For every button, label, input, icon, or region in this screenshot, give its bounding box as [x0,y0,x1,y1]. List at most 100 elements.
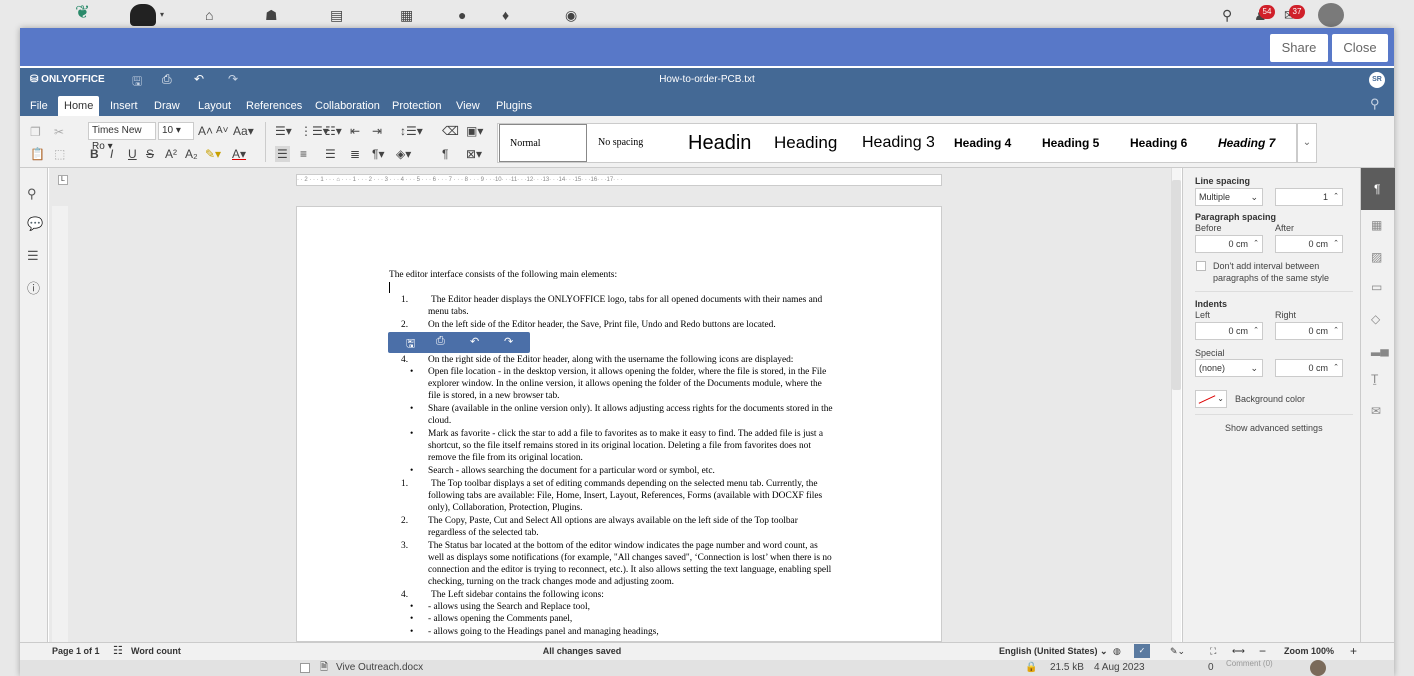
globe-icon[interactable]: ◍ [1113,643,1121,659]
background-color-picker[interactable]: ⌄ [1195,390,1227,408]
style-heading-3[interactable]: Heading 3 [862,124,934,162]
italic-icon[interactable]: I [110,146,113,162]
style-no-spacing[interactable]: No spacing [598,124,678,162]
text-art-icon[interactable]: Ṯ [1371,372,1378,386]
clear-style-icon[interactable]: ⌫ [442,123,459,139]
highlight-icon[interactable]: ✎▾ [205,146,221,162]
bullets-icon[interactable]: ☰▾ [275,123,292,139]
user-initials-avatar[interactable]: SR [1369,72,1385,88]
leaf-logo-icon[interactable]: ❦ [75,3,90,21]
header-footer-icon[interactable]: ▭ [1371,280,1382,294]
home-icon[interactable]: ⌂ [205,7,213,23]
map-icon[interactable]: ▤ [330,7,343,23]
tab-insert[interactable]: Insert [104,96,144,116]
spellcheck-icon[interactable]: ✓ [1134,644,1150,658]
increase-indent-icon[interactable]: ⇥ [372,123,382,139]
about-icon[interactable]: ⓘ [27,278,40,297]
chart-settings-icon[interactable]: ▂▄ [1371,342,1389,356]
font-size-select[interactable]: 10 ▾ [158,122,194,140]
comments-icon[interactable]: 💬 [27,216,43,232]
spacing-before-input[interactable]: 0 cm ⌃ [1195,235,1263,253]
tab-protection[interactable]: Protection [386,96,448,116]
image-settings-icon[interactable]: ▨ [1371,250,1382,264]
dont-add-interval-checkbox[interactable] [1196,261,1206,271]
paste-icon[interactable]: 📋 [30,146,45,162]
indent-left-input[interactable]: 0 cm ⌃ [1195,322,1263,340]
paragraph-settings-tab[interactable]: ¶ [1361,168,1395,210]
vertical-ruler[interactable] [52,206,68,642]
file-checkbox[interactable] [300,663,310,673]
chevron-down-icon[interactable]: ▾ [160,7,164,23]
bold-icon[interactable]: B [90,146,99,162]
style-normal[interactable]: Normal [499,124,587,162]
calendar-icon[interactable]: ▦ [400,7,413,23]
special-indent-select[interactable]: (none) ⌄ [1195,359,1263,377]
language-select[interactable]: English (United States) ⌄ [999,643,1108,659]
style-heading-1[interactable]: Headin [688,124,760,162]
users-icon[interactable]: ☗ [265,7,278,23]
show-advanced-settings-link[interactable]: Show advanced settings [1225,423,1323,433]
justify-icon[interactable]: ≣ [350,146,360,162]
line-spacing-value-input[interactable]: 1 ⌃ [1275,188,1343,206]
style-heading-7[interactable]: Heading 7 [1218,124,1288,162]
style-heading-5[interactable]: Heading 5 [1042,124,1112,162]
share-button[interactable]: Share [1270,34,1328,62]
change-case-button[interactable]: Aa▾ [233,123,254,139]
line-spacing-icon[interactable]: ↕☰▾ [400,123,423,139]
accessibility-icon[interactable]: ♦ [502,7,509,23]
copy-style-icon[interactable]: ⊠▾ [466,146,482,162]
shape-settings-icon[interactable]: ◇ [1371,312,1380,326]
align-center-icon[interactable]: ≡ [300,146,307,162]
owner-avatar[interactable] [1310,660,1326,676]
underline-icon[interactable]: U [128,146,137,162]
vertical-scrollbar[interactable] [1171,168,1181,642]
tab-home[interactable]: Home [58,96,100,116]
avatar-icon[interactable] [130,4,156,26]
search-icon[interactable]: ⚲ [1222,7,1232,23]
tab-draw[interactable]: Draw [148,96,186,116]
styles-expand-button[interactable]: ⌄ [1297,123,1317,163]
tab-selector[interactable]: L [58,175,68,185]
headings-icon[interactable]: ☰ [27,248,39,264]
decrease-font-icon[interactable]: A˅ [216,123,229,139]
line-spacing-type-select[interactable]: Multiple ⌄ [1195,188,1263,206]
style-heading-4[interactable]: Heading 4 [954,124,1024,162]
strikethrough-icon[interactable]: S [146,146,154,162]
style-heading-2[interactable]: Heading [774,124,848,162]
track-changes-icon[interactable]: ✎⌄ [1170,643,1185,659]
search-icon[interactable]: ⚲ [1370,96,1380,112]
cut-icon[interactable]: ✂ [54,124,64,140]
decrease-indent-icon[interactable]: ⇤ [350,123,360,139]
zoom-in-button[interactable]: + [1350,643,1357,659]
settings-icon[interactable]: ◉ [565,7,577,23]
increase-font-icon[interactable]: A˄ [198,123,213,139]
user-avatar[interactable] [1318,3,1344,27]
zoom-level[interactable]: Zoom 100% [1284,643,1334,659]
tab-references[interactable]: References [240,96,308,116]
superscript-icon[interactable]: A² [165,146,177,162]
tab-view[interactable]: View [450,96,486,116]
document-page[interactable]: The editor interface consists of the fol… [296,206,942,642]
multilevel-list-icon[interactable]: ☷▾ [325,123,342,139]
special-indent-input[interactable]: 0 cm ⌃ [1275,359,1343,377]
search-icon[interactable]: ⚲ [27,186,37,202]
comment-count[interactable]: Comment (0) [1226,656,1273,672]
align-right-icon[interactable]: ☰ [325,146,336,162]
file-name[interactable]: Vive Outreach.docx [336,660,423,676]
tab-plugins[interactable]: Plugins [490,96,538,116]
fit-page-icon[interactable]: ⛶ [1210,643,1216,659]
scrollbar-thumb[interactable] [1172,180,1181,390]
copy-icon[interactable]: ❐ [30,124,41,140]
style-heading-6[interactable]: Heading 6 [1130,124,1200,162]
select-all-icon[interactable]: ⬚ [54,146,65,162]
tab-collaboration[interactable]: Collaboration [309,96,386,116]
shading-icon[interactable]: ◈▾ [396,146,411,162]
font-name-select[interactable]: Times New Ro ▾ [88,122,156,152]
horizontal-ruler[interactable]: · · 2 · · · 1 · · · ⌂ · · · 1 · · · 2 · … [296,174,942,186]
info-icon[interactable]: ● [458,7,466,23]
subscript-icon[interactable]: A₂ [185,146,198,162]
insert-field-icon[interactable]: ▣▾ [466,123,483,139]
paragraph-marks-icon[interactable]: ¶▾ [372,146,384,162]
align-left-icon[interactable]: ☰ [275,146,290,162]
close-button[interactable]: Close [1332,34,1388,62]
